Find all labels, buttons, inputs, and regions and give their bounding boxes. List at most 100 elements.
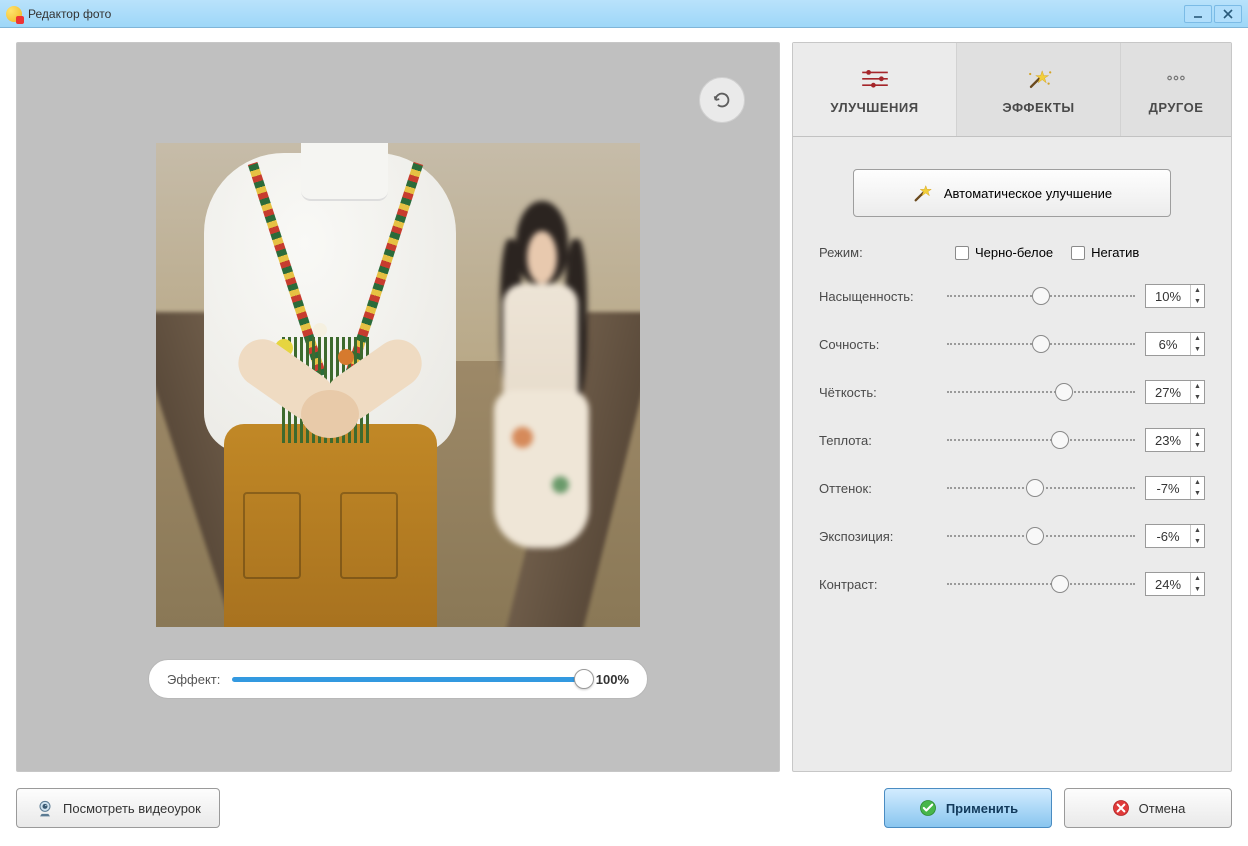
checkbox-negative-label: Негатив <box>1091 245 1139 260</box>
auto-enhance-button[interactable]: Автоматическое улучшение <box>853 169 1171 217</box>
spinner-down[interactable]: ▼ <box>1191 392 1204 403</box>
slider-thumb-sharpness[interactable] <box>1055 383 1073 401</box>
checkbox-bw-label: Черно-белое <box>975 245 1053 260</box>
spinner-sharpness[interactable]: 27%▲▼ <box>1145 380 1205 404</box>
tab-effects-label: ЭФФЕКТЫ <box>1002 100 1074 115</box>
mode-label: Режим: <box>819 245 937 260</box>
spinner-contrast[interactable]: 24%▲▼ <box>1145 572 1205 596</box>
slider-label-sharpness: Чёткость: <box>819 385 937 400</box>
tab-improvements[interactable]: УЛУЧШЕНИЯ <box>793 43 957 136</box>
effect-slider-thumb[interactable] <box>574 669 594 689</box>
slider-row-warmth: Теплота: 23%▲▼ <box>819 428 1205 452</box>
more-icon <box>1160 64 1192 92</box>
slider-label-exposure: Экспозиция: <box>819 529 937 544</box>
spinner-warmth[interactable]: 23%▲▼ <box>1145 428 1205 452</box>
slider-row-saturation: Насыщенность: 10%▲▼ <box>819 284 1205 308</box>
spinner-exposure[interactable]: -6%▲▼ <box>1145 524 1205 548</box>
spinner-up[interactable]: ▲ <box>1191 573 1204 584</box>
tabs: УЛУЧШЕНИЯ ЭФФЕКТЫ ДРУГ <box>793 43 1231 137</box>
spinner-value-sharpness: 27% <box>1146 385 1190 400</box>
spinner-down[interactable]: ▼ <box>1191 584 1204 595</box>
checkbox-bw[interactable]: Черно-белое <box>955 245 1053 260</box>
window-title: Редактор фото <box>28 7 111 21</box>
cancel-label: Отмена <box>1139 801 1186 816</box>
spinner-up[interactable]: ▲ <box>1191 429 1204 440</box>
tab-effects[interactable]: ЭФФЕКТЫ <box>957 43 1121 136</box>
spinner-value-hue: -7% <box>1146 481 1190 496</box>
slider-thumb-contrast[interactable] <box>1051 575 1069 593</box>
spinner-vibrance[interactable]: 6%▲▼ <box>1145 332 1205 356</box>
slider-thumb-saturation[interactable] <box>1032 287 1050 305</box>
effect-value: 100% <box>596 672 629 687</box>
spinner-value-warmth: 23% <box>1146 433 1190 448</box>
spinner-value-exposure: -6% <box>1146 529 1190 544</box>
effect-slider-bar: Эффект: 100% <box>148 659 648 699</box>
slider-label-vibrance: Сочность: <box>819 337 937 352</box>
slider-track-warmth[interactable] <box>947 439 1135 441</box>
spinner-up[interactable]: ▲ <box>1191 381 1204 392</box>
app-icon <box>6 6 22 22</box>
cancel-button[interactable]: Отмена <box>1064 788 1232 828</box>
effect-slider[interactable] <box>232 677 583 682</box>
photo-preview <box>156 143 640 627</box>
preview-panel: Эффект: 100% <box>16 42 780 772</box>
slider-row-exposure: Экспозиция: -6%▲▼ <box>819 524 1205 548</box>
spinner-value-vibrance: 6% <box>1146 337 1190 352</box>
titlebar: Редактор фото <box>0 0 1248 28</box>
slider-label-contrast: Контраст: <box>819 577 937 592</box>
apply-button[interactable]: Применить <box>884 788 1052 828</box>
slider-track-contrast[interactable] <box>947 583 1135 585</box>
spinner-hue[interactable]: -7%▲▼ <box>1145 476 1205 500</box>
slider-thumb-exposure[interactable] <box>1026 527 1044 545</box>
slider-track-saturation[interactable] <box>947 295 1135 297</box>
spinner-down[interactable]: ▼ <box>1191 344 1204 355</box>
footer: Посмотреть видеоурок Применить Отмена <box>16 784 1232 832</box>
slider-label-warmth: Теплота: <box>819 433 937 448</box>
sliders-icon <box>859 64 891 92</box>
slider-row-vibrance: Сочность: 6%▲▼ <box>819 332 1205 356</box>
slider-thumb-hue[interactable] <box>1026 479 1044 497</box>
spinner-down[interactable]: ▼ <box>1191 440 1204 451</box>
slider-row-sharpness: Чёткость: 27%▲▼ <box>819 380 1205 404</box>
auto-enhance-label: Автоматическое улучшение <box>944 186 1112 201</box>
slider-thumb-vibrance[interactable] <box>1032 335 1050 353</box>
watch-video-label: Посмотреть видеоурок <box>63 801 201 816</box>
mode-row: Режим: Черно-белое Негатив <box>819 245 1205 260</box>
tab-improvements-label: УЛУЧШЕНИЯ <box>830 100 918 115</box>
slider-track-vibrance[interactable] <box>947 343 1135 345</box>
spinner-up[interactable]: ▲ <box>1191 477 1204 488</box>
spinner-down[interactable]: ▼ <box>1191 296 1204 307</box>
minimize-button[interactable] <box>1184 5 1212 23</box>
magic-wand-icon <box>912 182 934 204</box>
apply-label: Применить <box>946 801 1018 816</box>
close-button[interactable] <box>1214 5 1242 23</box>
effect-label: Эффект: <box>167 672 220 687</box>
spinner-value-contrast: 24% <box>1146 577 1190 592</box>
slider-row-hue: Оттенок: -7%▲▼ <box>819 476 1205 500</box>
controls-panel: УЛУЧШЕНИЯ ЭФФЕКТЫ ДРУГ <box>792 42 1232 772</box>
checkbox-negative[interactable]: Негатив <box>1071 245 1139 260</box>
slider-track-hue[interactable] <box>947 487 1135 489</box>
check-circle-icon <box>918 798 938 818</box>
slider-track-exposure[interactable] <box>947 535 1135 537</box>
slider-label-hue: Оттенок: <box>819 481 937 496</box>
slider-label-saturation: Насыщенность: <box>819 289 937 304</box>
spinner-up[interactable]: ▲ <box>1191 525 1204 536</box>
watch-video-button[interactable]: Посмотреть видеоурок <box>16 788 220 828</box>
spinner-up[interactable]: ▲ <box>1191 285 1204 296</box>
undo-button[interactable] <box>699 77 745 123</box>
spinner-up[interactable]: ▲ <box>1191 333 1204 344</box>
slider-row-contrast: Контраст: 24%▲▼ <box>819 572 1205 596</box>
magic-wand-icon <box>1023 64 1055 92</box>
spinner-down[interactable]: ▼ <box>1191 536 1204 547</box>
checkbox-box[interactable] <box>955 246 969 260</box>
checkbox-box[interactable] <box>1071 246 1085 260</box>
spinner-saturation[interactable]: 10%▲▼ <box>1145 284 1205 308</box>
webcam-icon <box>35 798 55 818</box>
slider-track-sharpness[interactable] <box>947 391 1135 393</box>
spinner-value-saturation: 10% <box>1146 289 1190 304</box>
spinner-down[interactable]: ▼ <box>1191 488 1204 499</box>
tab-other[interactable]: ДРУГОЕ <box>1121 43 1231 136</box>
slider-thumb-warmth[interactable] <box>1051 431 1069 449</box>
tab-other-label: ДРУГОЕ <box>1149 100 1204 115</box>
